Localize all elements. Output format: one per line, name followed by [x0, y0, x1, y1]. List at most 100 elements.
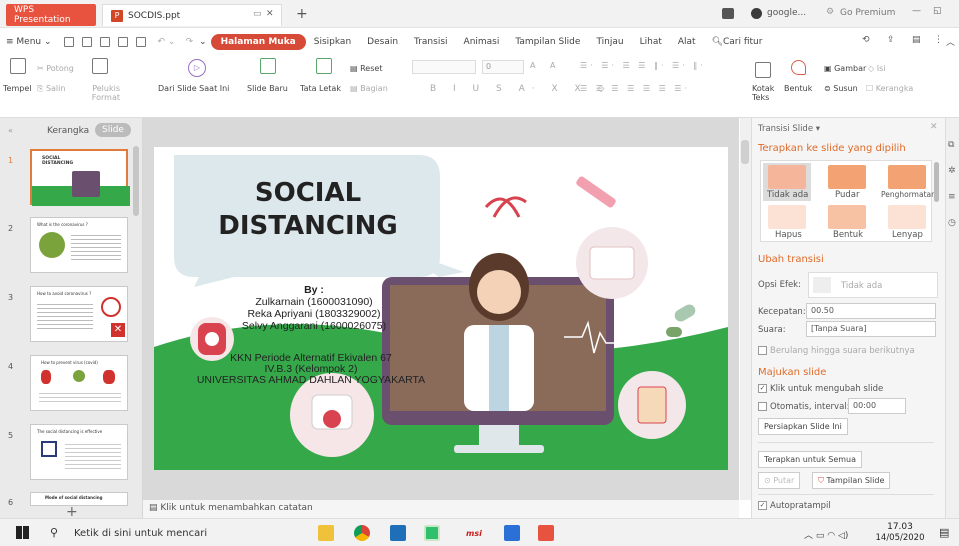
go-premium-link[interactable]: Go Premium	[840, 8, 895, 18]
click-advance-checkbox[interactable]: ✓ Klik untuk mengubah slide	[758, 384, 883, 394]
tab-sisipkan[interactable]: Sisipkan	[306, 37, 359, 47]
notes-area[interactable]: ▤ Klik untuk menambahkan catatan	[143, 500, 739, 518]
clock-date[interactable]: 14/05/2020	[872, 533, 928, 543]
loop-checkbox[interactable]: Berulang hingga suara berikutnya	[758, 346, 915, 356]
align-buttons[interactable]: ☰ ☰ ☰ ☰ ☰ ☰ ☰·	[580, 84, 690, 93]
text-box-button[interactable]: Kotak Teks	[752, 84, 782, 102]
thumbnail-scrollbar[interactable]	[133, 146, 139, 216]
close-tab-icon[interactable]: ✕	[266, 9, 274, 19]
presentation-app-icon[interactable]	[538, 525, 554, 541]
slide-thumbnail-2[interactable]: What is the coronavirus ?	[30, 217, 128, 273]
from-current-slide-button[interactable]: Dari Slide Saat Ini	[158, 84, 229, 93]
slide-thumbnail-3[interactable]: How to avoid coronavirus ? ✕	[30, 286, 128, 342]
mail-icon[interactable]	[390, 525, 406, 541]
text-box-icon[interactable]	[755, 62, 771, 78]
shape-icon[interactable]	[791, 60, 806, 75]
sync-icon[interactable]: ⟲	[862, 35, 870, 45]
loop-check-box[interactable]	[758, 346, 767, 355]
export-icon[interactable]	[99, 37, 110, 47]
transition-fade[interactable]	[828, 165, 866, 189]
slide-1[interactable]: SOCIAL DISTANCING By : Zulkarnain (16000…	[154, 147, 728, 470]
print-icon[interactable]	[117, 37, 128, 47]
arrange-button[interactable]: ⊜ Susun	[824, 84, 858, 93]
tab-animasi[interactable]: Animasi	[456, 37, 508, 47]
share-icon[interactable]: ⇪	[887, 35, 895, 45]
transition-none[interactable]	[768, 165, 806, 189]
menu-button[interactable]: ≡ Menu ⌄	[0, 37, 60, 47]
transition-dissolve[interactable]	[888, 205, 926, 229]
outline-button[interactable]: ☐ Kerangka	[866, 84, 913, 93]
auto-check-box[interactable]	[758, 402, 767, 411]
picture-button[interactable]: ▣ Gambar	[824, 64, 866, 73]
font-grow-shrink[interactable]: A A	[530, 61, 562, 70]
chrome-icon[interactable]	[354, 525, 370, 541]
avatar[interactable]	[751, 8, 762, 19]
new-tab-icon[interactable]: +	[296, 6, 308, 22]
play-icon[interactable]: ▷	[188, 59, 206, 77]
tab-tinjau[interactable]: Tinjau	[588, 37, 631, 47]
paste-icon[interactable]	[10, 58, 26, 74]
gallery-scrollbar[interactable]	[934, 162, 939, 202]
effect-options-box[interactable]: Tidak ada	[808, 272, 938, 298]
close-icon[interactable]: ✕	[930, 122, 938, 132]
history-tool-icon[interactable]: ◷	[948, 218, 956, 228]
program-textbox[interactable]: KKN Periode Alternatif Ekivalen 67 IV.B.…	[184, 353, 438, 386]
tab-desain[interactable]: Desain	[359, 37, 406, 47]
clock-time[interactable]: 17.03	[878, 522, 922, 532]
play-button[interactable]: ⊙ Putar	[758, 472, 801, 489]
tray-icons[interactable]: ︿ ▭ ◠ ◁)	[804, 528, 848, 541]
comment-icon[interactable]: ▤	[912, 35, 921, 45]
msi-icon[interactable]: msi	[466, 529, 482, 538]
section-button[interactable]: ▤ Bagian	[350, 84, 388, 93]
transition-honor[interactable]	[888, 165, 926, 189]
tab-halaman-muka[interactable]: Halaman Muka	[210, 34, 306, 50]
new-slide-button[interactable]: Slide Baru	[247, 84, 288, 93]
format-painter-icon[interactable]	[92, 58, 108, 74]
layout-icon[interactable]	[316, 58, 332, 74]
tab-slide[interactable]: Slide	[95, 123, 131, 137]
reset-button[interactable]: ▤ Reset	[350, 64, 382, 73]
author-textbox[interactable]: By : Zulkarnain (1600031090) Reka Apriya…	[194, 284, 434, 332]
shape-button[interactable]: Bentuk	[784, 84, 812, 93]
click-check-box[interactable]: ✓	[758, 384, 767, 393]
undo-icon[interactable]: ↶ ⌄	[150, 37, 184, 47]
account-label[interactable]: google...	[767, 8, 806, 18]
cut-button[interactable]: ✂ Potong	[37, 64, 74, 73]
layout-button[interactable]: Tata Letak	[300, 84, 341, 93]
transition-wipe[interactable]	[768, 205, 806, 229]
canvas-scroll-thumb[interactable]	[741, 140, 749, 164]
tab-tampilan-slide[interactable]: Tampilan Slide	[507, 37, 588, 47]
window-icon[interactable]: ▭	[253, 9, 262, 19]
file-explorer-icon[interactable]	[318, 525, 334, 541]
grid-icon[interactable]	[722, 8, 734, 19]
copy-button[interactable]: ⎘ Salin	[37, 84, 65, 94]
slide-thumbnail-6[interactable]: Mode of social distancing	[30, 492, 128, 506]
open-icon[interactable]	[63, 37, 74, 47]
tab-document[interactable]: P SOCDIS.ppt ▭ ✕	[102, 4, 282, 26]
autopreview-check-box[interactable]: ✓	[758, 501, 767, 510]
autopreview-checkbox[interactable]: ✓ Autopratampil	[758, 501, 831, 511]
preview-icon[interactable]	[135, 37, 146, 47]
slide-thumbnail-5[interactable]: The social distancing is effective	[30, 424, 128, 480]
speed-input[interactable]: 00.50	[806, 303, 936, 319]
format-painter-button[interactable]: Pelukis Format	[84, 84, 120, 102]
taskbar-search[interactable]: ⚲ Ketik di sini untuk mencari	[44, 523, 310, 543]
format-tool-icon[interactable]: ≡	[948, 192, 956, 202]
minimize-icon[interactable]: —	[912, 6, 921, 16]
more-options-icon[interactable]: ⋮	[934, 35, 943, 45]
restore-icon[interactable]: ◱	[933, 6, 942, 16]
auto-advance-checkbox[interactable]: Otomatis, interval:	[758, 402, 850, 412]
collapse-ribbon-icon[interactable]: ︿	[946, 35, 955, 48]
setup-slide-button[interactable]: Persiapkan Slide Ini	[758, 418, 848, 435]
fill-button[interactable]: ◇ Isi	[868, 64, 885, 73]
interval-input[interactable]: 00:00	[848, 398, 906, 414]
save-icon[interactable]	[81, 37, 92, 47]
slide-title[interactable]: SOCIAL DISTANCING	[218, 177, 398, 243]
wps-app-icon[interactable]	[424, 525, 440, 541]
new-slide-icon[interactable]	[260, 58, 276, 74]
transition-tool-icon[interactable]: ⧉	[948, 140, 954, 150]
paragraph-buttons[interactable]: ☰· ☰· ☰ ☰ ‖· ☰· ‖·	[580, 61, 706, 70]
animation-tool-icon[interactable]: ✲	[948, 166, 956, 176]
apply-all-button[interactable]: Terapkan untuk Semua	[758, 451, 863, 468]
sound-select[interactable]: [Tanpa Suara]	[806, 321, 936, 337]
